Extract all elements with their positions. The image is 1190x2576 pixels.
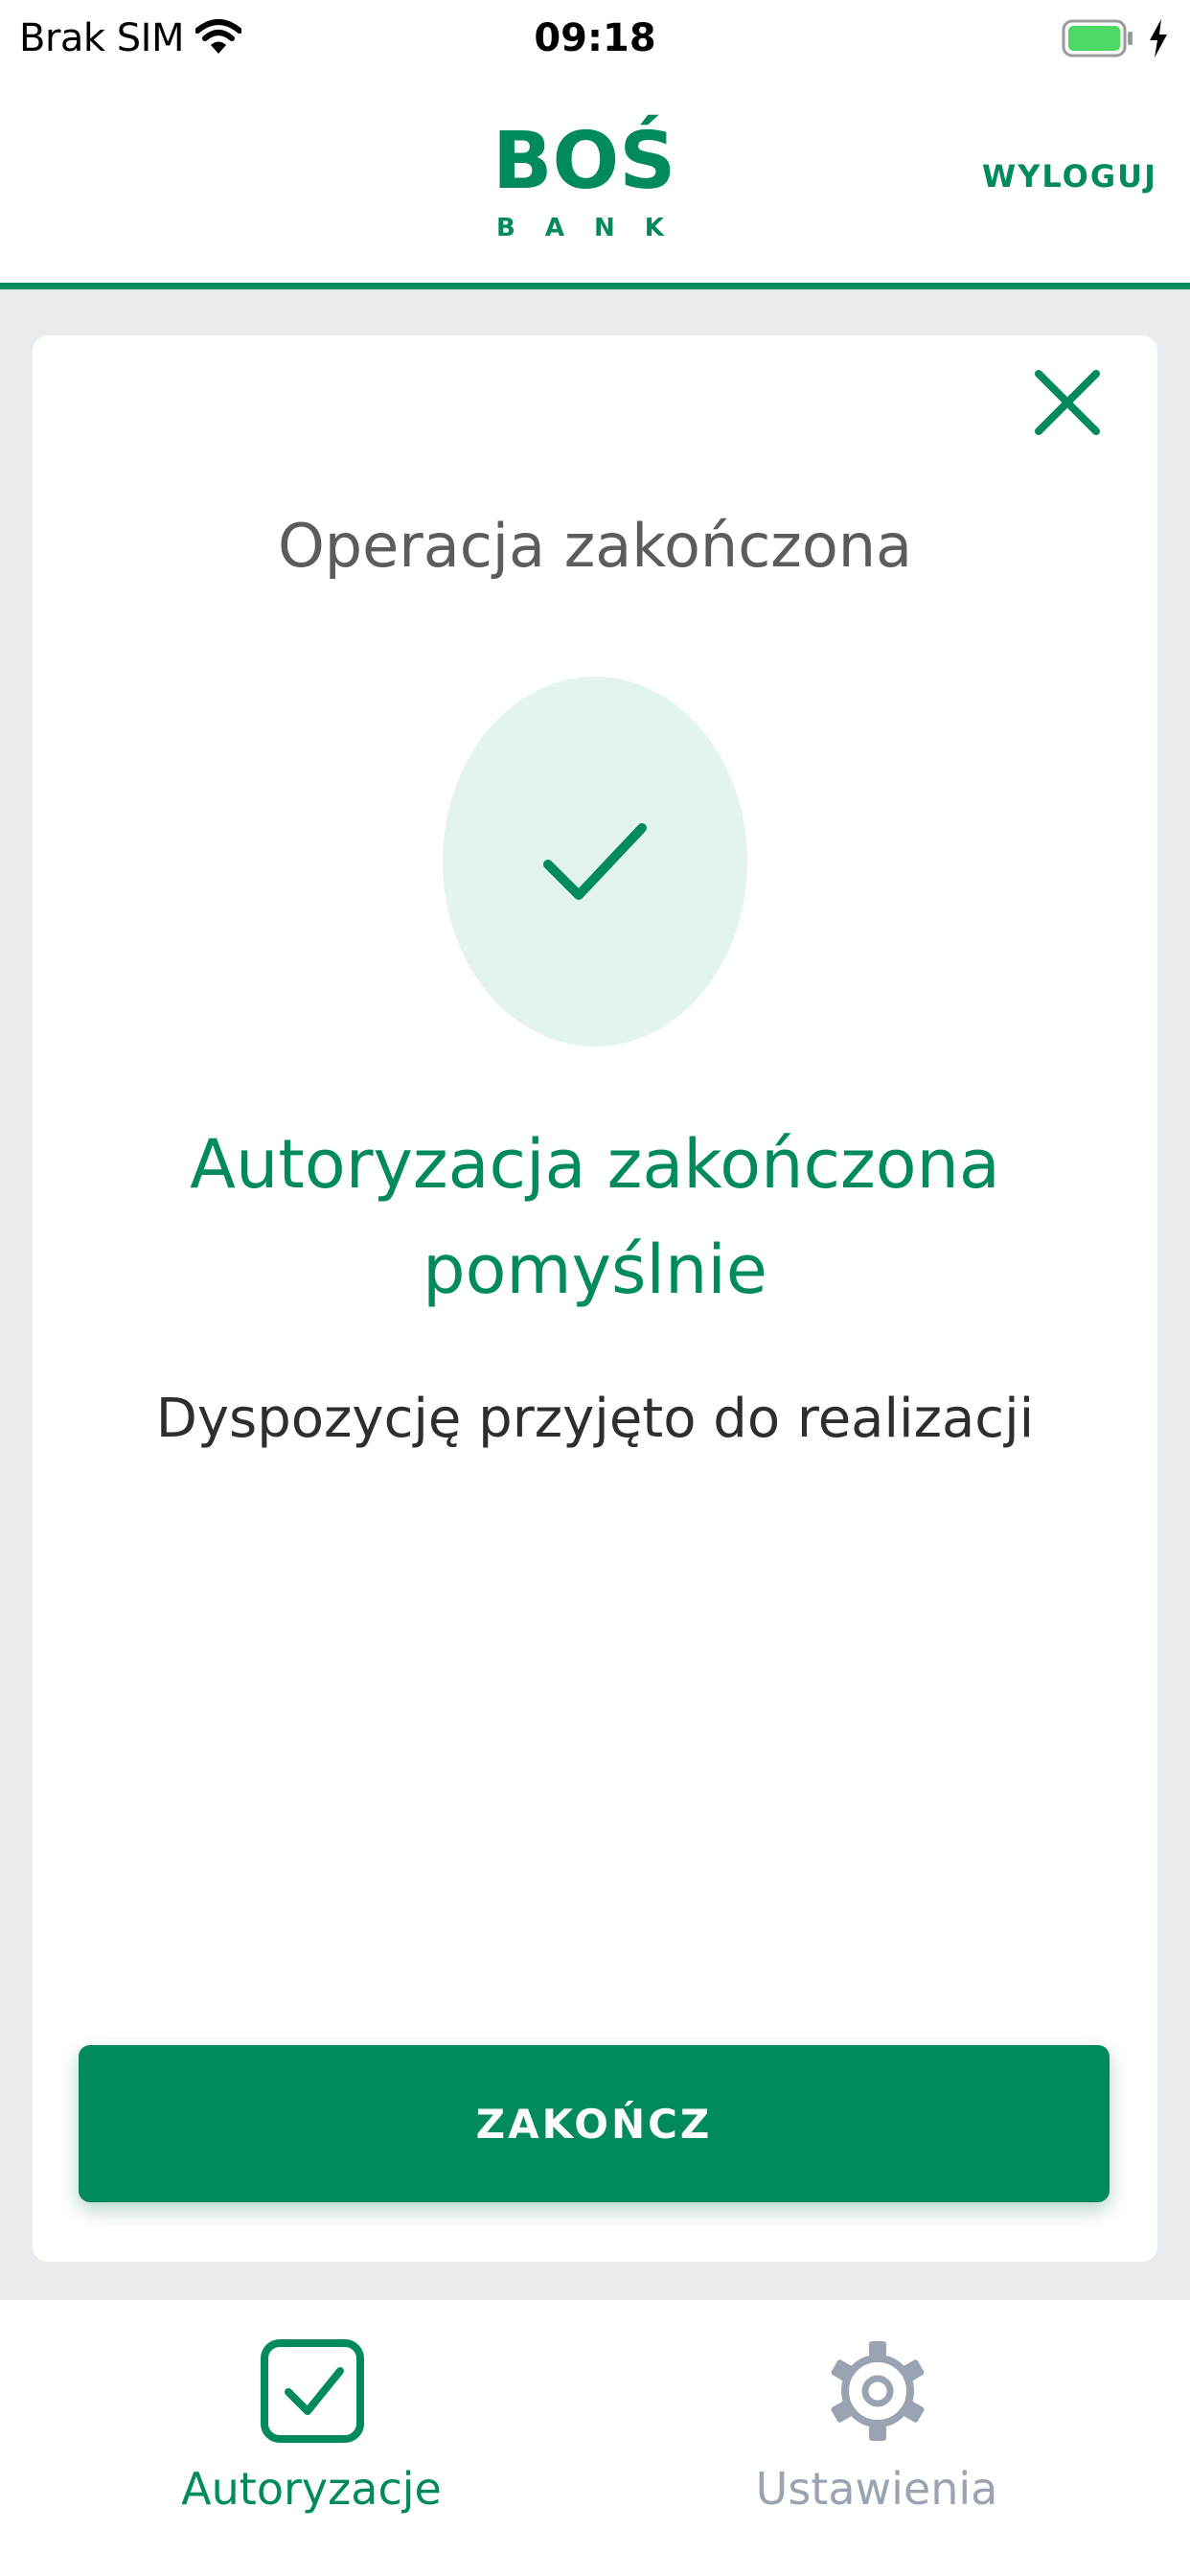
result-message: Dyspozycję przyjęto do realizacji — [155, 1388, 1035, 1450]
charging-icon — [1150, 19, 1167, 58]
svg-text:BANK: BANK — [496, 214, 675, 242]
app-header: BOŚ BANK WYLOGUJ — [0, 77, 1190, 289]
logout-link[interactable]: WYLOGUJ — [982, 157, 1157, 196]
card-title: Operacja zakończona — [277, 511, 913, 581]
checkbox-icon — [261, 2339, 364, 2443]
tab-authorizations[interactable]: Autoryzacje — [72, 2323, 551, 2553]
check-icon — [543, 823, 647, 900]
close-icon[interactable] — [1029, 364, 1106, 441]
tab-settings[interactable]: Ustawienia — [637, 2323, 1116, 2553]
bos-bank-logo: BOŚ BANK — [492, 114, 675, 242]
tab-label: Autoryzacje — [181, 2463, 442, 2515]
finish-button[interactable]: ZAKOŃCZ — [79, 2045, 1110, 2202]
status-bar: Brak SIM 09:18 — [0, 0, 1190, 77]
gear-icon — [831, 2341, 925, 2441]
svg-text:BOŚ: BOŚ — [492, 114, 675, 207]
status-clock: 09:18 — [534, 16, 656, 60]
result-title: Autoryzacja zakończona pomyślnie — [190, 1125, 1000, 1309]
tab-label: Ustawienia — [755, 2463, 998, 2515]
battery-icon — [1062, 19, 1133, 58]
